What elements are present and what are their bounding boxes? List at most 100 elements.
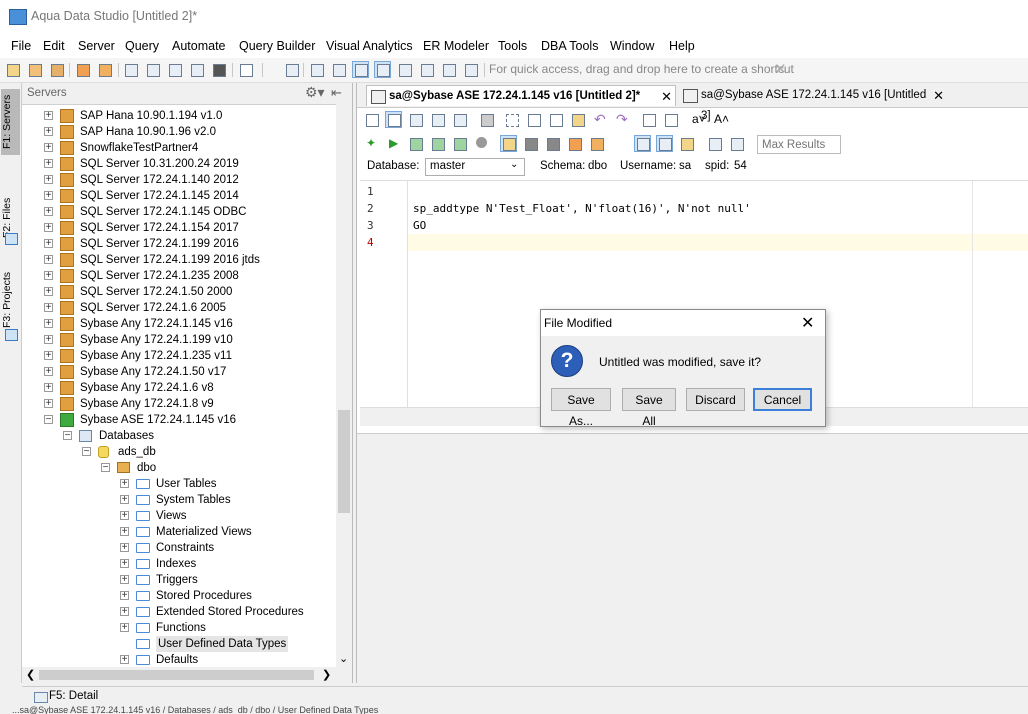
tree-node[interactable]: + System Tables [22,492,336,508]
close-icon[interactable]: ✕ [661,86,672,107]
tree-node[interactable]: + Sybase Any 172.24.1.50 v17 [22,364,336,380]
expand-icon[interactable]: + [44,287,53,297]
menu-er-modeler[interactable]: ER Modeler [423,39,489,53]
tree-node[interactable]: + SAP Hana 10.90.1.194 v1.0 [22,108,336,124]
query-builder-icon[interactable] [166,61,183,78]
open-file-icon[interactable] [385,111,402,128]
find-icon[interactable] [640,111,657,128]
auto-commit-icon[interactable] [500,135,517,152]
menu-window[interactable]: Window [610,39,654,53]
tab-detail[interactable]: F5: Detail [49,690,98,702]
tree-node[interactable]: + SQL Server 172.24.1.154 2017 [22,220,336,236]
list-icon[interactable] [418,61,435,78]
layout-tab-icon[interactable] [352,61,369,78]
tab-untitled-3[interactable]: sa@Sybase ASE 172.24.1.145 v16 [Untitled… [679,85,947,122]
tree-vertical-scrollbar[interactable] [336,104,352,683]
expand-icon[interactable]: + [44,127,53,137]
discard-button[interactable]: Discard [686,388,745,411]
expand-icon[interactable]: + [120,527,129,537]
tree-node[interactable]: − dbo [22,460,336,476]
query-analyzer-icon[interactable] [144,61,161,78]
schema-browser-icon[interactable] [678,135,695,152]
tree-node[interactable]: + SQL Server 172.24.1.145 2014 [22,188,336,204]
document-icon[interactable] [283,61,300,78]
tree-node[interactable]: + SQL Server 172.24.1.50 2000 [22,284,336,300]
menu-server[interactable]: Server [78,39,115,53]
expand-icon[interactable]: + [44,367,53,377]
results-grid-icon[interactable] [656,135,673,152]
paste-icon[interactable] [569,111,586,128]
stop-icon[interactable] [473,135,490,152]
copy-icon[interactable] [547,111,564,128]
collapse-icon[interactable]: − [44,415,53,425]
lowercase-icon[interactable]: a˅ [688,111,706,128]
expand-icon[interactable]: + [120,607,129,617]
tree-node[interactable]: + SQL Server 10.31.200.24 2019 [22,156,336,172]
tools-icon[interactable] [74,61,91,78]
cut-icon[interactable] [525,111,542,128]
expand-icon[interactable]: + [44,335,53,345]
tree-hscroll-thumb[interactable] [39,670,314,680]
expand-icon[interactable]: + [44,271,53,281]
expand-icon[interactable]: + [120,511,129,521]
layout-grid-icon[interactable] [374,61,391,78]
cancel-button[interactable]: Cancel [753,388,812,411]
monitor-icon[interactable] [210,61,227,78]
expand-icon[interactable]: + [120,575,129,585]
redo-icon[interactable]: ↷ [613,111,630,128]
expand-icon[interactable]: + [120,543,129,553]
tree-node[interactable]: + SnowflakeTestPartner4 [22,140,336,156]
new-query-icon[interactable] [363,111,380,128]
tree-node[interactable]: + Materialized Views [22,524,336,540]
server-icon[interactable] [26,61,43,78]
expand-icon[interactable]: + [120,591,129,601]
tree-node[interactable]: User Defined Data Types [22,636,336,652]
tree-node[interactable]: + SQL Server 172.24.1.199 2016 [22,236,336,252]
undo-icon[interactable]: ↶ [591,111,608,128]
commit-icon[interactable] [522,135,539,152]
expand-icon[interactable]: + [44,111,53,121]
expand-icon[interactable]: + [120,623,129,633]
expand-icon[interactable]: + [44,143,53,153]
collapse-icon[interactable]: − [101,463,110,473]
expand-icon[interactable]: + [44,207,53,217]
tree-node[interactable]: + Functions [22,620,336,636]
save-all-button[interactable]: Save All [622,388,676,428]
wand-icon[interactable] [588,135,605,152]
collapse-icon[interactable]: ⇤ [331,85,342,101]
tree-node[interactable]: + Triggers [22,572,336,588]
menu-query[interactable]: Query [125,39,159,53]
chart-icon[interactable] [462,61,479,78]
tree-node[interactable]: + Stored Procedures [22,588,336,604]
compare-icon[interactable] [188,61,205,78]
expand-icon[interactable]: + [44,303,53,313]
tree-node[interactable]: + User Tables [22,476,336,492]
collapse-icon[interactable]: − [63,431,72,441]
scroll-down-icon[interactable]: ⌄ [339,652,348,665]
save-as-button[interactable]: Save As... [551,388,611,428]
tree-node[interactable]: + Extended Stored Procedures [22,604,336,620]
results-tab-icon[interactable] [634,135,651,152]
expand-icon[interactable]: + [44,351,53,361]
tree-node[interactable]: − Sybase ASE 172.24.1.145 v16 [22,412,336,428]
fullscreen-icon[interactable] [396,61,413,78]
menu-tools[interactable]: Tools [498,39,527,53]
tree-node[interactable]: + Sybase Any 172.24.1.145 v16 [22,316,336,332]
connection-icon[interactable] [728,135,745,152]
replace-icon[interactable] [662,111,679,128]
tab-servers[interactable]: F1: Servers [1,89,20,155]
tree-node[interactable]: + Constraints [22,540,336,556]
expand-icon[interactable]: + [44,399,53,409]
menu-query-builder[interactable]: Query Builder [239,39,315,53]
rollback-icon[interactable] [544,135,561,152]
menu-dba-tools[interactable]: DBA Tools [541,39,598,53]
expand-icon[interactable]: + [44,159,53,169]
tree-node[interactable]: + SAP Hana 10.90.1.96 v2.0 [22,124,336,140]
uppercase-icon[interactable]: A˄ [710,111,729,128]
tree-node[interactable]: + SQL Server 172.24.1.140 2012 [22,172,336,188]
close-icon[interactable]: ✕ [774,60,787,78]
tree-node[interactable]: + SQL Server 172.24.1.145 ODBC [22,204,336,220]
tree-node[interactable]: − Databases [22,428,336,444]
wand-icon[interactable] [96,61,113,78]
history-icon[interactable] [706,135,723,152]
